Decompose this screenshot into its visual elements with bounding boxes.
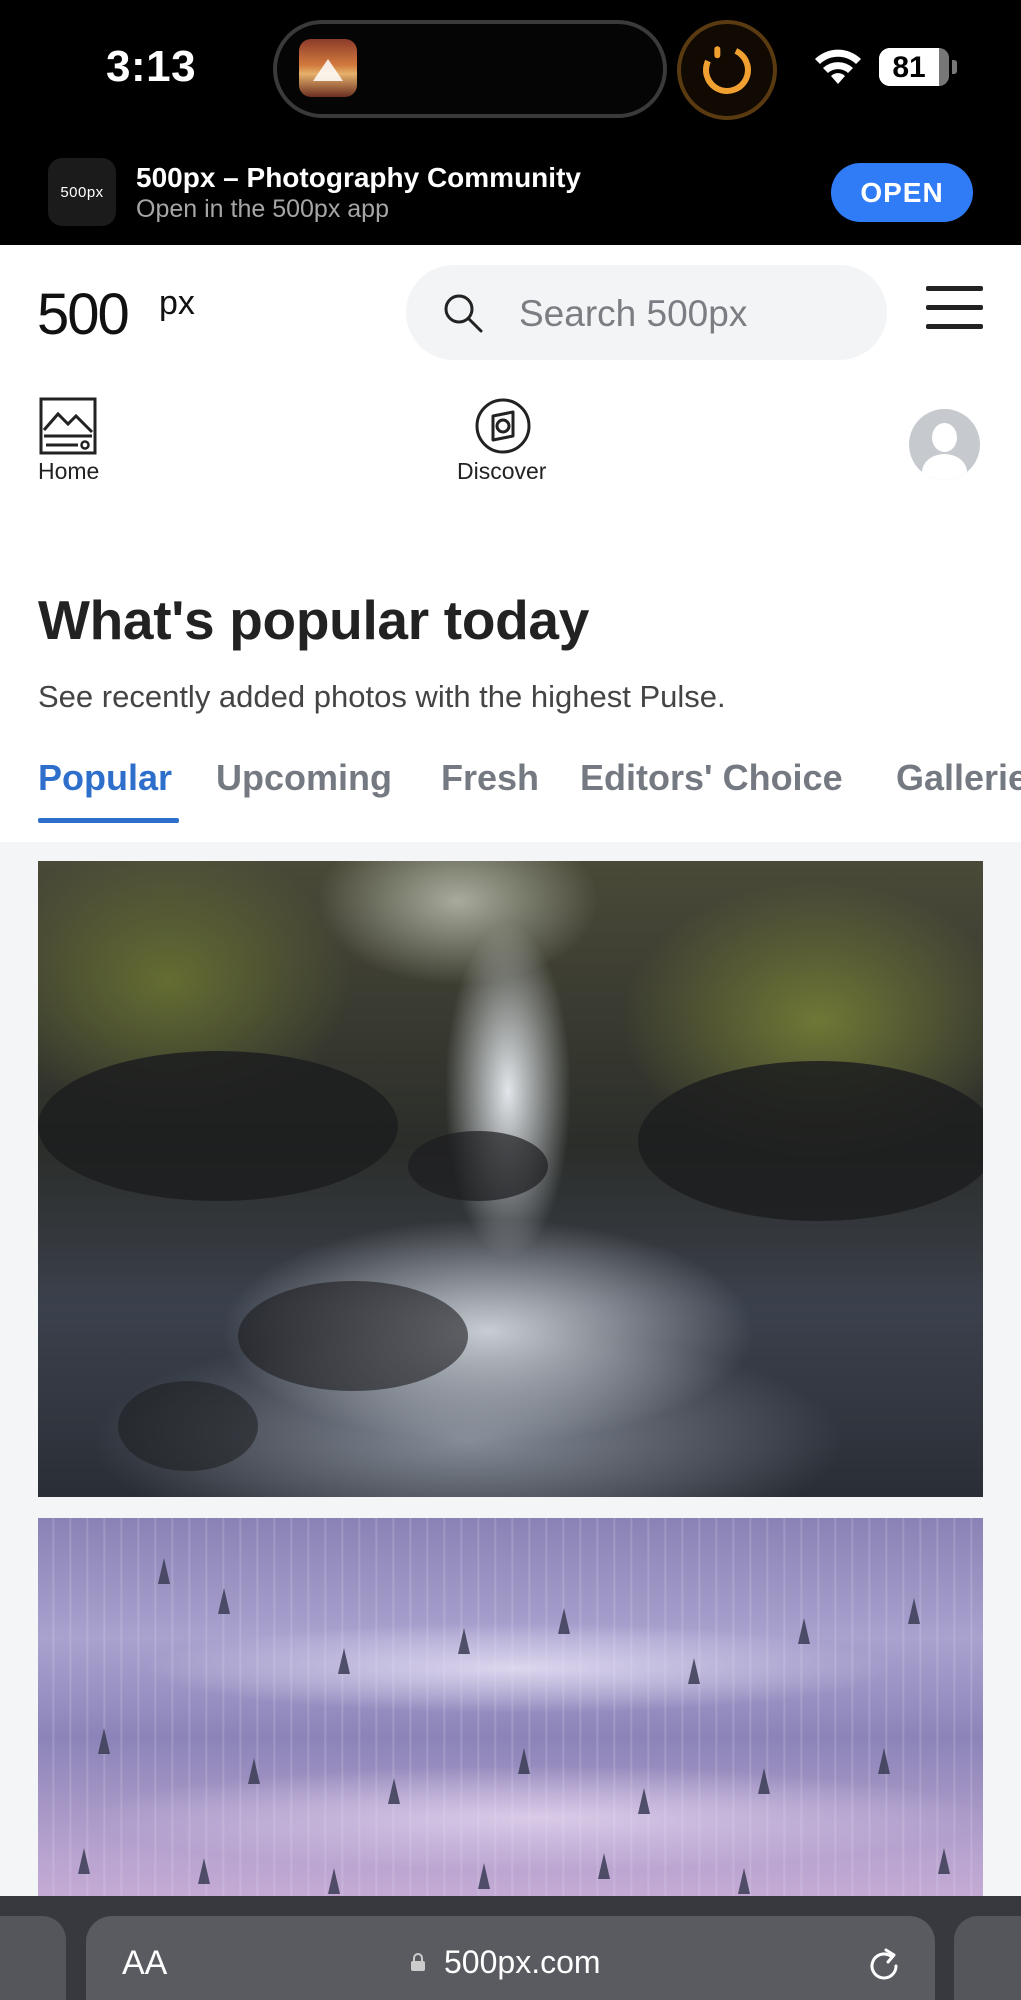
previous-tab[interactable] [0, 1916, 66, 2000]
500px-logo[interactable]: 500 px [37, 284, 212, 340]
photo-waterfall[interactable] [38, 861, 983, 1497]
tab-popular[interactable]: Popular [38, 757, 172, 799]
app-banner-subtitle: Open in the 500px app [136, 195, 389, 223]
wifi-icon [815, 49, 861, 84]
reader-settings-button[interactable]: AA [122, 1944, 167, 1983]
search-input[interactable]: Search 500px [406, 265, 887, 360]
battery-level: 81 [892, 51, 926, 84]
photo-misty-forest[interactable] [38, 1518, 983, 1918]
lock-icon [411, 1953, 425, 1971]
tab-fresh[interactable]: Fresh [441, 757, 539, 799]
svg-text:px: px [159, 284, 195, 322]
page-subtitle: See recently added photos with the highe… [38, 679, 726, 714]
open-app-button[interactable]: OPEN [831, 163, 973, 222]
status-bar: 3:13 81 [0, 0, 1021, 140]
page-title: What's popular today [38, 589, 589, 651]
discover-icon [475, 398, 531, 454]
avatar[interactable] [909, 409, 980, 480]
url-text: 500px.com [444, 1944, 601, 1980]
nav-home-label: Home [38, 458, 100, 484]
tab-upcoming[interactable]: Upcoming [216, 757, 392, 799]
nav-home[interactable]: Home [38, 396, 140, 486]
dynamic-island[interactable] [273, 20, 667, 118]
tab-editors-choice[interactable]: Editors' Choice [580, 757, 843, 799]
timer-icon[interactable] [677, 20, 777, 120]
browser-bar: AA 500px.com [0, 1896, 1021, 2000]
search-icon [444, 294, 483, 333]
app-banner: 500px 500px – Photography Community Open… [0, 140, 1021, 245]
home-icon [39, 397, 97, 455]
reload-icon[interactable] [864, 1946, 904, 1986]
battery-icon: 81 [879, 48, 949, 86]
app-banner-title: 500px – Photography Community [136, 162, 581, 193]
menu-icon[interactable] [926, 286, 983, 330]
album-art-icon[interactable] [299, 39, 357, 97]
photo-feed [0, 842, 1021, 2000]
status-time: 3:13 [106, 42, 197, 91]
battery-nub [952, 60, 957, 74]
next-tab[interactable] [954, 1916, 1021, 2000]
nav-discover[interactable]: Discover [456, 396, 556, 486]
svg-text:500: 500 [37, 284, 128, 340]
address-bar[interactable]: AA 500px.com [86, 1916, 935, 2000]
search-placeholder: Search 500px [519, 293, 748, 334]
app-icon[interactable]: 500px [48, 158, 116, 226]
tab-galleries[interactable]: Galleries [896, 757, 1021, 799]
active-tab-indicator [38, 818, 179, 823]
nav-discover-label: Discover [457, 458, 547, 484]
